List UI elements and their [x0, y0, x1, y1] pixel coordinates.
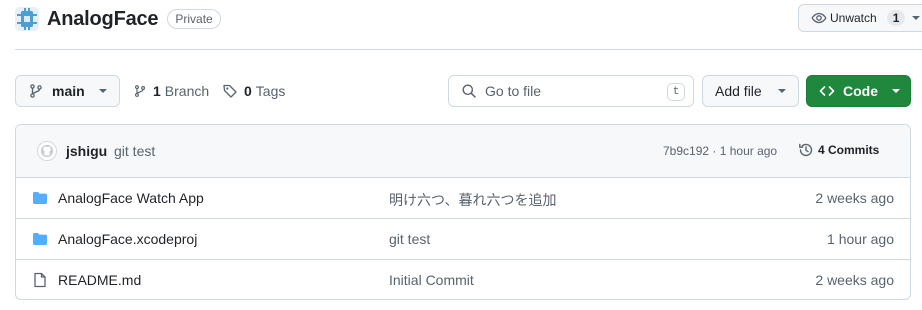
- file-browser: jshigu git test 7b9c192 · 1 hour ago 4 C…: [15, 124, 911, 300]
- branch-count-label: Branch: [164, 83, 210, 99]
- chevron-down-icon: [777, 89, 786, 93]
- chevron-down-icon: [892, 89, 900, 93]
- list-item[interactable]: AnalogFace Watch App 明け六つ、暮れ六つを追加 2 week…: [16, 178, 910, 219]
- list-item[interactable]: README.md Initial Commit 2 weeks ago: [16, 260, 910, 299]
- github-avatar-icon: [40, 144, 54, 158]
- history-icon: [799, 143, 813, 157]
- list-item[interactable]: AnalogFace.xcodeproj git test 1 hour ago: [16, 219, 910, 260]
- header-divider: [15, 49, 922, 50]
- avatar[interactable]: [37, 141, 57, 161]
- code-label: Code: [843, 83, 878, 99]
- go-to-file-search[interactable]: t: [448, 75, 694, 107]
- file-commit-message[interactable]: Initial Commit: [389, 272, 474, 288]
- latest-commit-bar: jshigu git test 7b9c192 · 1 hour ago 4 C…: [16, 125, 910, 178]
- tag-count-label: Tags: [255, 83, 286, 99]
- branch-name: main: [52, 83, 85, 99]
- folder-icon: [33, 192, 47, 204]
- file-commit-date: 2 weeks ago: [815, 272, 894, 288]
- visibility-badge: Private: [167, 9, 221, 29]
- file-commit-message[interactable]: git test: [389, 231, 430, 247]
- file-name[interactable]: README.md: [58, 272, 141, 288]
- branch-select-button[interactable]: main: [15, 75, 120, 107]
- tags-link[interactable]: 0 Tags: [222, 75, 285, 107]
- file-icon: [34, 272, 46, 288]
- unwatch-button[interactable]: Unwatch 1: [798, 4, 922, 32]
- tag-count: 0: [244, 83, 252, 99]
- repo-header: AnalogFace Private: [15, 6, 221, 32]
- add-file-button[interactable]: Add file: [702, 75, 799, 107]
- file-commit-message[interactable]: 明け六つ、暮れ六つを追加: [389, 190, 556, 210]
- eye-icon: [811, 12, 827, 24]
- repo-avatar-icon[interactable]: [15, 7, 39, 31]
- go-to-file-input[interactable]: [485, 83, 655, 99]
- keyboard-shortcut-hint: t: [667, 83, 685, 101]
- file-name[interactable]: AnalogFace Watch App: [58, 190, 204, 206]
- commit-hash-time[interactable]: 7b9c192 · 1 hour ago: [663, 144, 777, 158]
- commit-count: 4 Commits: [818, 143, 880, 157]
- repo-name[interactable]: AnalogFace: [47, 8, 159, 31]
- unwatch-label: Unwatch: [830, 11, 877, 25]
- branch-count: 1: [153, 83, 161, 99]
- tag-icon: [223, 84, 237, 98]
- commit-message[interactable]: git test: [114, 143, 155, 159]
- chevron-down-icon: [912, 16, 921, 20]
- search-icon: [462, 84, 476, 98]
- file-commit-date: 2 weeks ago: [815, 190, 894, 206]
- commit-author[interactable]: jshigu: [66, 143, 107, 159]
- code-icon: [819, 86, 835, 96]
- file-name[interactable]: AnalogFace.xcodeproj: [58, 231, 197, 247]
- watch-count: 1: [886, 10, 906, 26]
- add-file-label: Add file: [715, 83, 762, 99]
- code-button[interactable]: Code: [806, 75, 911, 107]
- chevron-down-icon: [98, 89, 107, 93]
- folder-icon: [33, 233, 47, 245]
- git-branch-icon: [30, 84, 42, 98]
- git-branch-icon: [134, 85, 146, 97]
- file-commit-date: 1 hour ago: [827, 231, 894, 247]
- commits-history-link[interactable]: 4 Commits: [798, 140, 879, 160]
- branches-link[interactable]: 1 Branch: [133, 75, 209, 107]
